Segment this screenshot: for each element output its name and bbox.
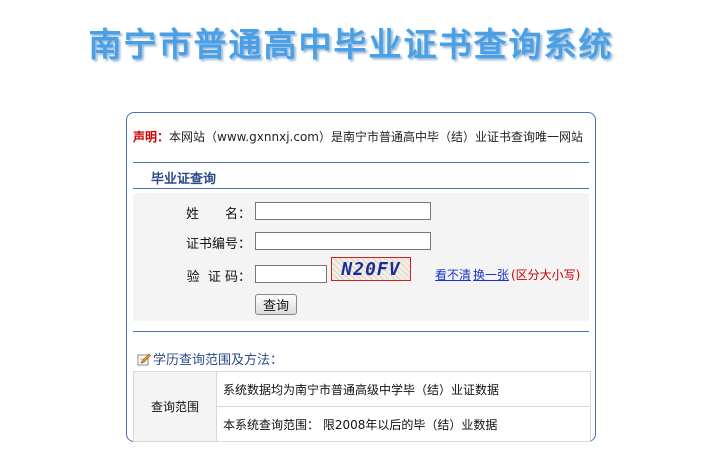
table-row: 查询范围 系统数据均为南宁市普通高级中学毕（结）业证数据 (133, 371, 591, 442)
cant-see-link[interactable]: 看不清 (435, 266, 471, 283)
divider (133, 331, 589, 332)
query-card: 声明：本网站（www.gxnnxj.com）是南宁市普通高中毕（结）业证书查询唯… (126, 112, 596, 442)
method-heading-text: 学历查询范围及方法： (153, 353, 284, 368)
cert-number-label: 证书编号： (185, 237, 251, 252)
captcha-image[interactable]: N20FV (331, 257, 411, 281)
scope-cell: 系统数据均为南宁市普通高级中学毕（结）业证数据 (216, 371, 591, 407)
notice-label: 声明： (133, 130, 170, 144)
refresh-captcha-link[interactable]: 换一张 (473, 266, 509, 283)
scope-cell: 本系统查询范围： 限2008年以后的毕（结）业数据 (216, 406, 591, 442)
name-label: 姓 名： (185, 207, 251, 222)
name-input[interactable] (255, 202, 431, 220)
notice: 声明：本网站（www.gxnnxj.com）是南宁市普通高中毕（结）业证书查询唯… (133, 128, 593, 145)
cert-number-input[interactable] (255, 232, 431, 250)
site-title: 南宁市普通高中毕业证书查询系统 (88, 25, 614, 64)
divider (133, 162, 589, 163)
notice-text: 本网站（www.gxnnxj.com）是南宁市普通高中毕（结）业证书查询唯一网站 (169, 130, 583, 144)
query-button[interactable]: 查询 (255, 294, 297, 315)
captcha-label: 验 证 码： (186, 270, 251, 285)
scope-table: 查询范围 系统数据均为南宁市普通高级中学毕（结）业证数据 本系统查询范围： 限2… (133, 371, 591, 442)
pencil-note-icon (137, 353, 151, 366)
scope-header: 查询范围 (133, 371, 217, 442)
method-heading: 学历查询范围及方法： (137, 349, 283, 368)
captcha-input[interactable] (255, 265, 327, 283)
case-sensitive-note: (区分大小写) (511, 268, 581, 282)
query-form: 姓 名： 证书编号： 验 证 码： N20FV 看不清 换一张 (区分大小写) … (133, 193, 589, 321)
section-title: 毕业证查询 (151, 172, 217, 187)
divider (133, 188, 589, 189)
